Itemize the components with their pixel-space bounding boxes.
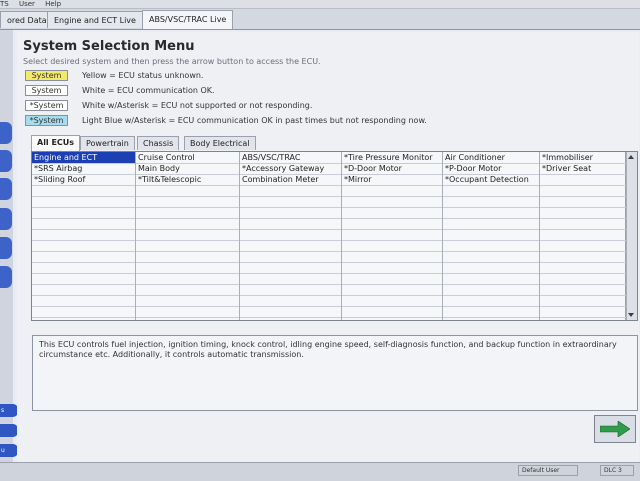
rail-button-3[interactable] [0, 178, 12, 200]
grid-column [540, 152, 627, 320]
legend-text-yellow: Yellow = ECU status unknown. [82, 71, 204, 80]
ecu-cell-air-conditioner[interactable]: Air Conditioner [443, 152, 539, 163]
tab-chassis[interactable]: Chassis [137, 136, 180, 150]
page-subtitle: Select desired system and then press the… [23, 57, 321, 66]
scroll-up-icon[interactable] [628, 155, 634, 159]
ecu-cell-sliding-roof[interactable]: *Sliding Roof [32, 174, 135, 185]
ecu-cell-cruise-control[interactable]: Cruise Control [136, 152, 239, 163]
tab-body-electrical[interactable]: Body Electrical [184, 136, 256, 150]
right-arrow-icon [600, 421, 630, 437]
status-user: Default User [518, 465, 578, 476]
menu-bar: TS User Help [0, 0, 640, 9]
window-tab-row: ored Data Engine and ECT Live ABS/VSC/TR… [0, 9, 640, 30]
legend-text-white-asterisk: White w/Asterisk = ECU not supported or … [82, 101, 313, 110]
menu-item-user[interactable]: User [19, 0, 35, 8]
ecu-cell-immobiliser[interactable]: *Immobiliser [540, 152, 626, 163]
legend-chip-white: System [25, 85, 68, 96]
legend-chip-yellow: System [25, 70, 68, 81]
rail-button-5[interactable] [0, 237, 12, 259]
tab-powertrain[interactable]: Powertrain [80, 136, 135, 150]
tab-all-ecus[interactable]: All ECUs [31, 135, 81, 151]
status-dlc: DLC 3 [600, 465, 634, 476]
menu-item-help[interactable]: Help [45, 0, 61, 8]
tab-stored-data[interactable]: ored Data [0, 11, 54, 28]
menu-item-ts[interactable]: TS [0, 0, 9, 8]
ecu-description-text: This ECU controls fuel injection, igniti… [39, 340, 617, 359]
system-selection-panel: System Selection Menu Select desired sys… [17, 32, 639, 462]
rail-small-button-1[interactable]: s [0, 404, 18, 417]
ecu-cell-combination-meter[interactable]: Combination Meter [240, 174, 341, 185]
ecu-cell-engine-and-ect[interactable]: Engine and ECT [32, 152, 135, 163]
left-rail: s u [0, 30, 18, 462]
ecu-cell-accessory-gateway[interactable]: *Accessory Gateway [240, 163, 341, 174]
scroll-down-icon[interactable] [628, 313, 634, 317]
ecu-grid: Engine and ECT Cruise Control ABS/VSC/TRAC… [31, 151, 638, 321]
ecu-cell-abs-vsc-trac[interactable]: ABS/VSC/TRAC [240, 152, 341, 163]
tab-abs-vsc-trac-live[interactable]: ABS/VSC/TRAC Live [142, 10, 234, 29]
ecu-cell-tire-pressure-monitor[interactable]: *Tire Pressure Monitor [342, 152, 442, 163]
page-title: System Selection Menu [23, 39, 195, 54]
legend-chip-white-asterisk: *System [25, 100, 68, 111]
ecu-cell-p-door-motor[interactable]: *P-Door Motor [443, 163, 539, 174]
ecu-cell-d-door-motor[interactable]: *D-Door Motor [342, 163, 442, 174]
rail-button-1[interactable] [0, 122, 12, 144]
ecu-cell-driver-seat[interactable]: *Driver Seat [540, 163, 626, 174]
ecu-cell-mirror[interactable]: *Mirror [342, 174, 442, 185]
legend-text-light-blue: Light Blue w/Asterisk = ECU communicatio… [82, 116, 427, 125]
legend-text-white: White = ECU communication OK. [82, 86, 215, 95]
legend-chip-light-blue: *System [25, 115, 68, 126]
ecu-description-box: This ECU controls fuel injection, igniti… [32, 335, 638, 411]
rail-small-button-2[interactable] [0, 424, 18, 437]
ecu-cell-tilt-telescopic[interactable]: *Tilt&Telescopic [136, 174, 239, 185]
rail-button-2[interactable] [0, 150, 12, 172]
status-bar: Default User DLC 3 [0, 462, 640, 481]
rail-small-button-3[interactable]: u [0, 444, 18, 457]
rail-button-6[interactable] [0, 266, 12, 288]
rail-button-4[interactable] [0, 208, 12, 230]
ecu-cell-srs-airbag[interactable]: *SRS Airbag [32, 163, 135, 174]
ecu-cell-occupant-detection[interactable]: *Occupant Detection [443, 174, 539, 185]
ecu-cell-main-body[interactable]: Main Body [136, 163, 239, 174]
next-arrow-button[interactable] [594, 415, 636, 443]
tab-engine-ect-live[interactable]: Engine and ECT Live [47, 11, 143, 28]
